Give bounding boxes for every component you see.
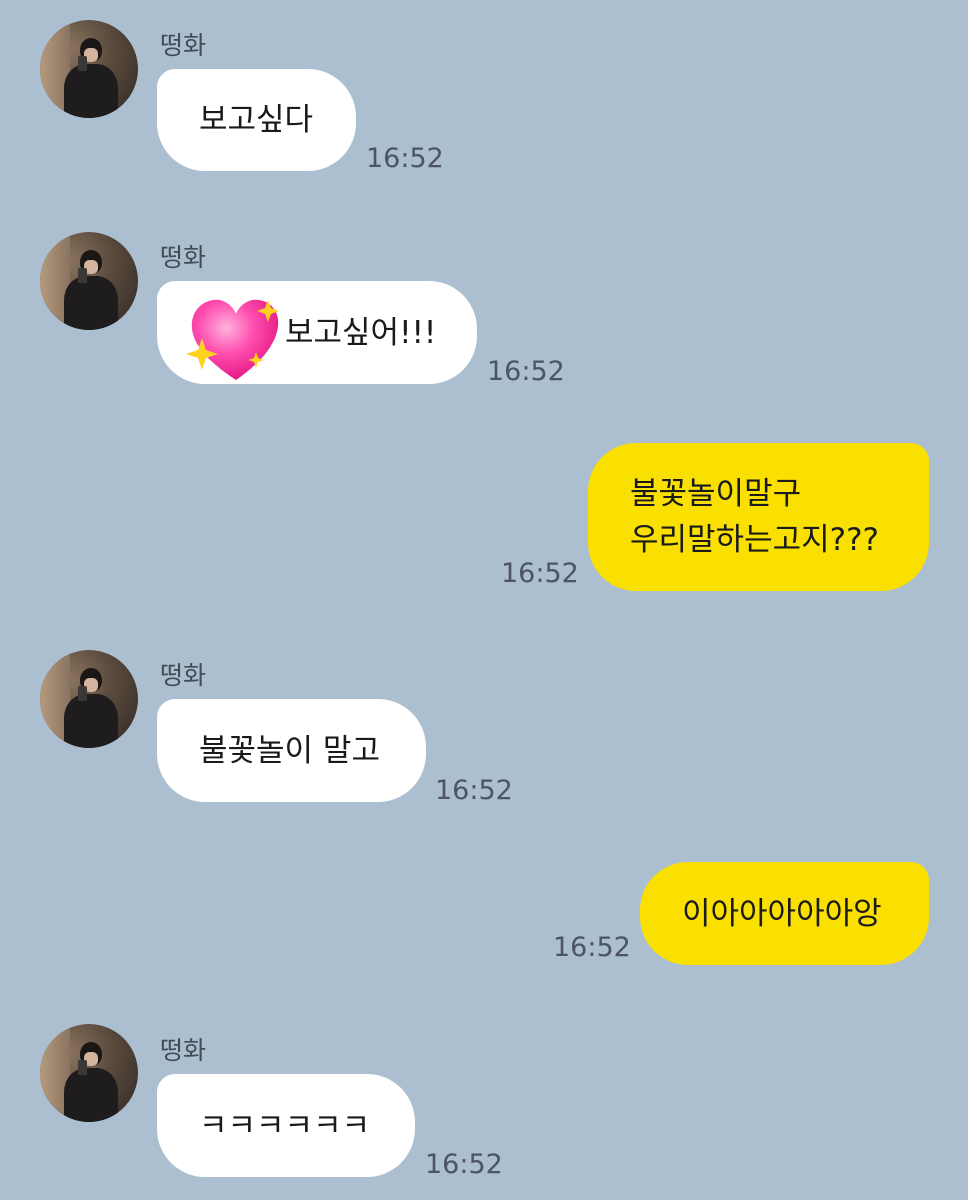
incoming-message-bubble[interactable]: 보고싶다 bbox=[157, 69, 356, 171]
sender-name: 떵화 bbox=[160, 243, 207, 272]
incoming-message-bubble[interactable]: 불꽃놀이 말고 bbox=[157, 699, 426, 802]
sender-name: 떵화 bbox=[160, 31, 207, 60]
sender-name: 떵화 bbox=[160, 1036, 207, 1065]
sparkling-heart-icon bbox=[186, 299, 279, 380]
sender-avatar[interactable] bbox=[40, 20, 138, 118]
message-time: 16:52 bbox=[553, 932, 631, 963]
message-text: 불꽃놀이 말고 bbox=[199, 732, 380, 769]
message-time: 16:52 bbox=[425, 1149, 503, 1180]
sender-avatar[interactable] bbox=[40, 650, 138, 748]
message-time: 16:52 bbox=[435, 775, 513, 806]
incoming-message-bubble[interactable]: ㅋㅋㅋㅋㅋㅋ bbox=[157, 1074, 415, 1177]
message-time: 16:52 bbox=[366, 143, 444, 174]
sender-avatar[interactable] bbox=[40, 232, 138, 330]
message-text-line: 불꽃놀이말구 bbox=[630, 476, 802, 512]
message-time: 16:52 bbox=[487, 356, 565, 387]
sender-avatar[interactable] bbox=[40, 1024, 138, 1122]
message-text: ㅋㅋㅋㅋㅋㅋ bbox=[199, 1107, 371, 1144]
outgoing-message-bubble[interactable]: 불꽃놀이말구 우리말하는고지??? bbox=[588, 443, 929, 591]
message-text-line: 우리말하는고지??? bbox=[630, 522, 880, 558]
message-text: 이아아아아아앙 bbox=[682, 895, 882, 932]
message-text: 보고싶다 bbox=[199, 102, 314, 138]
message-text: 보고싶어!!! bbox=[285, 314, 437, 351]
message-time: 16:52 bbox=[501, 558, 579, 589]
sender-name: 떵화 bbox=[160, 661, 207, 690]
outgoing-message-bubble[interactable]: 이아아아아아앙 bbox=[640, 862, 929, 965]
